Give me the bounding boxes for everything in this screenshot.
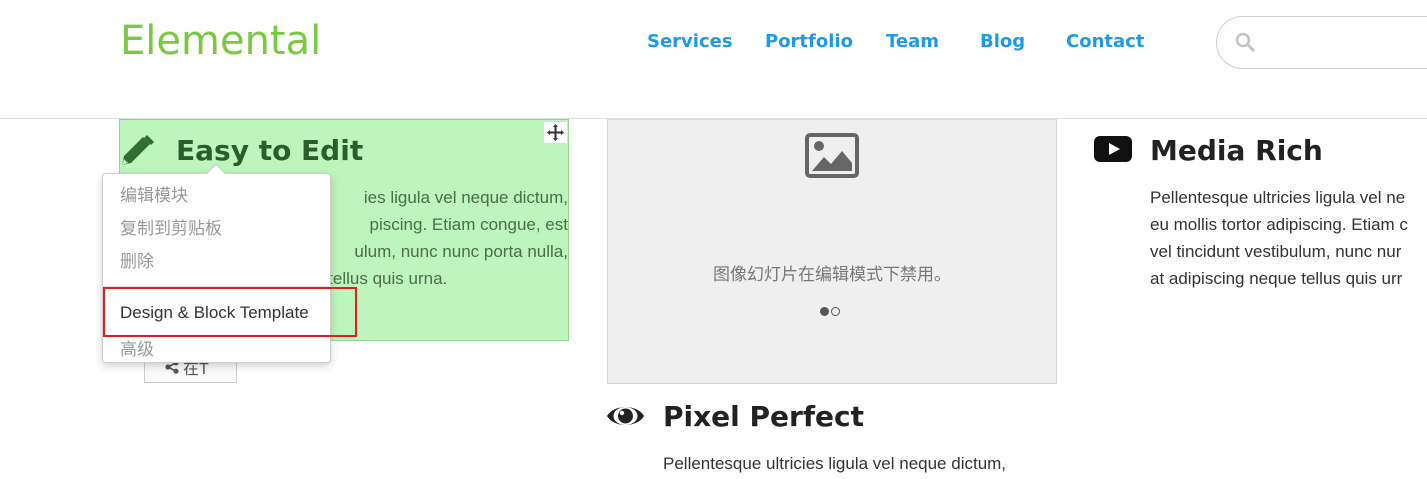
slide-dot-active[interactable]	[820, 307, 829, 316]
site-logo[interactable]: Elemental	[120, 18, 321, 64]
text-line: eu mollis tortor adipiscing. Etiam c	[1150, 215, 1408, 234]
nav-portfolio[interactable]: Portfolio	[765, 31, 853, 52]
move-handle[interactable]	[543, 121, 568, 144]
pixel-perfect-title: Pixel Perfect	[663, 400, 864, 433]
media-rich-title: Media Rich	[1150, 134, 1323, 167]
youtube-icon	[1094, 136, 1132, 162]
search-input[interactable]	[1216, 16, 1427, 69]
menu-arrow-inner	[206, 165, 226, 175]
highlight-box	[103, 287, 357, 337]
eye-icon	[607, 407, 644, 425]
search-icon	[1235, 32, 1255, 52]
nav-team[interactable]: Team	[886, 31, 939, 52]
slideshow-disabled-message: 图像幻灯片在编辑模式下禁用。	[713, 265, 951, 285]
menu-advanced[interactable]: 高级	[120, 335, 154, 360]
menu-delete[interactable]: 删除	[120, 247, 154, 272]
pencil-icon	[122, 135, 154, 165]
image-icon	[805, 133, 859, 178]
media-rich-text: Pellentesque ultricies ligula vel ne eu …	[1150, 184, 1408, 292]
move-icon	[547, 124, 564, 141]
text-line: at adipiscing neque tellus quis urr	[1150, 269, 1403, 288]
text-line: Pellentesque ultricies ligula vel ne	[1150, 188, 1406, 207]
nav-contact[interactable]: Contact	[1066, 31, 1144, 52]
slideshow-dots	[820, 307, 840, 316]
menu-copy-clipboard[interactable]: 复制到剪贴板	[120, 214, 222, 239]
nav-blog[interactable]: Blog	[980, 31, 1025, 52]
nav-services[interactable]: Services	[647, 31, 733, 52]
pixel-perfect-text: Pellentesque ultricies ligula vel neque …	[663, 454, 1007, 473]
slide-dot[interactable]	[831, 307, 840, 316]
menu-edit-block[interactable]: 编辑模块	[120, 181, 188, 206]
page: Elemental Services Portfolio Team Blog C…	[0, 0, 1427, 479]
text-line: vel tincidunt vestibulum, nunc nur	[1150, 242, 1402, 261]
